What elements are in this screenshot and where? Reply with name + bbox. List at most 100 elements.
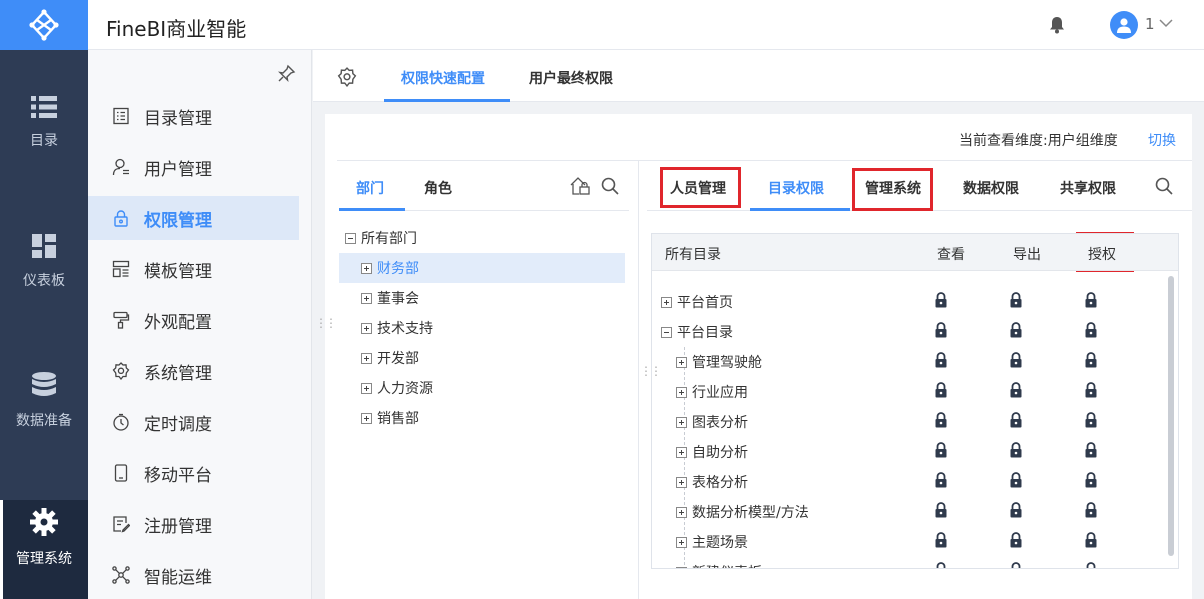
menu-item-mobile[interactable]: 移动平台 (88, 451, 299, 495)
lock-icon[interactable] (1085, 322, 1097, 342)
rail-item-catalog[interactable]: 目录 (0, 96, 88, 176)
tab-data-permissions[interactable]: 数据权限 (963, 178, 1019, 198)
lock-icon[interactable] (1085, 412, 1097, 432)
table-row[interactable]: 行业应用 (652, 376, 1162, 406)
lock-icon[interactable] (935, 532, 947, 552)
lock-icon[interactable] (1010, 562, 1022, 568)
tree-node-board[interactable]: 董事会 (339, 283, 625, 313)
user-name[interactable]: 1 (1145, 15, 1155, 33)
lock-icon[interactable] (935, 472, 947, 492)
collapse-icon[interactable] (345, 232, 356, 244)
lock-icon[interactable] (935, 562, 947, 568)
expand-icon[interactable] (676, 386, 687, 398)
lock-icon[interactable] (1085, 532, 1097, 552)
table-row[interactable]: 主题场景 (652, 526, 1162, 556)
menu-item-templates[interactable]: 模板管理 (88, 247, 299, 291)
lock-icon[interactable] (935, 502, 947, 522)
lock-icon[interactable] (1085, 562, 1097, 568)
expand-icon[interactable] (676, 356, 687, 368)
expand-icon[interactable] (676, 476, 687, 488)
tab-share-permissions[interactable]: 共享权限 (1060, 178, 1116, 198)
expand-icon[interactable] (676, 566, 687, 568)
lock-icon[interactable] (1085, 472, 1097, 492)
lock-icon[interactable] (1010, 292, 1022, 312)
expand-icon[interactable] (361, 352, 372, 364)
lock-icon[interactable] (1010, 382, 1022, 402)
drag-handle[interactable]: ⋮⋮ (315, 316, 337, 330)
expand-icon[interactable] (361, 382, 372, 394)
lock-icon[interactable] (1085, 352, 1097, 372)
lock-icon[interactable] (935, 292, 947, 312)
lock-icon[interactable] (1085, 382, 1097, 402)
lock-icon[interactable] (935, 442, 947, 462)
lock-icon[interactable] (935, 382, 947, 402)
active-tab-indicator (384, 99, 510, 102)
menu-item-system[interactable]: 系统管理 (88, 349, 299, 393)
rail-item-admin[interactable]: 管理系统 (0, 500, 88, 599)
expand-icon[interactable] (361, 262, 372, 274)
lock-icon[interactable] (1085, 502, 1097, 522)
lock-icon[interactable] (1085, 292, 1097, 312)
lock-icon[interactable] (935, 322, 947, 342)
menu-item-catalog[interactable]: 目录管理 (88, 94, 299, 138)
table-row[interactable]: 自助分析 (652, 436, 1162, 466)
chevron-down-icon[interactable] (1159, 19, 1173, 28)
expand-icon[interactable] (361, 412, 372, 424)
rail-item-dashboard[interactable]: 仪表板 (0, 234, 88, 314)
lock-icon[interactable] (1010, 352, 1022, 372)
lock-icon[interactable] (935, 352, 947, 372)
scrollbar[interactable] (1168, 276, 1174, 556)
collapse-icon[interactable] (661, 326, 672, 338)
tree-node-hr[interactable]: 人力资源 (339, 373, 625, 403)
expand-icon[interactable] (676, 506, 687, 518)
lock-icon[interactable] (1010, 442, 1022, 462)
table-row[interactable]: 图表分析 (652, 406, 1162, 436)
lock-house-icon[interactable] (569, 176, 591, 196)
tab-catalog-permissions[interactable]: 目录权限 (768, 178, 824, 198)
expand-icon[interactable] (361, 322, 372, 334)
menu-item-permissions[interactable]: 权限管理 (88, 196, 299, 240)
pin-icon[interactable] (278, 64, 296, 82)
avatar[interactable] (1110, 11, 1138, 39)
lock-icon[interactable] (1085, 442, 1097, 462)
table-row[interactable]: 管理驾驶舱 (652, 346, 1162, 376)
tab-quick-config[interactable]: 权限快速配置 (401, 68, 485, 88)
lock-icon[interactable] (1010, 502, 1022, 522)
menu-item-schedule[interactable]: 定时调度 (88, 400, 299, 444)
lock-icon[interactable] (1010, 532, 1022, 552)
expand-icon[interactable] (676, 416, 687, 428)
search-icon[interactable] (1155, 177, 1173, 195)
tree-node-tech-support[interactable]: 技术支持 (339, 313, 625, 343)
expand-icon[interactable] (661, 296, 672, 308)
menu-item-appearance[interactable]: 外观配置 (88, 298, 299, 342)
lock-icon[interactable] (1010, 472, 1022, 492)
catalog-permission-table: 所有目录 查看 导出 授权 平台首页 平台目录 管理驾驶舱 行业应用 图表分析 自助分析表… (651, 233, 1179, 569)
table-row[interactable]: 平台目录 (652, 316, 1162, 346)
expand-icon[interactable] (676, 536, 687, 548)
table-row[interactable]: 表格分析 (652, 466, 1162, 496)
switch-link[interactable]: 切换 (1148, 130, 1176, 150)
menu-item-register[interactable]: 注册管理 (88, 502, 299, 546)
tab-final-permissions[interactable]: 用户最终权限 (529, 68, 613, 88)
tree-node-sales[interactable]: 销售部 (339, 403, 625, 433)
expand-icon[interactable] (361, 292, 372, 304)
bell-icon[interactable] (1049, 16, 1065, 34)
tree-node-dev[interactable]: 开发部 (339, 343, 625, 373)
tree-node-all-departments[interactable]: 所有部门 (339, 223, 625, 253)
menu-item-users[interactable]: 用户管理 (88, 145, 299, 189)
tab-department[interactable]: 部门 (356, 178, 384, 198)
tab-role[interactable]: 角色 (424, 178, 452, 198)
rail-item-data-prep[interactable]: 数据准备 (0, 372, 88, 452)
table-row[interactable]: 新建仪表板 (652, 556, 1162, 568)
lock-icon[interactable] (1010, 412, 1022, 432)
app-logo[interactable] (0, 0, 88, 50)
table-row[interactable]: 数据分析模型/方法 (652, 496, 1162, 526)
settings-icon[interactable] (337, 67, 357, 87)
lock-icon[interactable] (935, 412, 947, 432)
tree-node-finance[interactable]: 财务部 (339, 253, 625, 283)
expand-icon[interactable] (676, 446, 687, 458)
table-row[interactable]: 平台首页 (652, 286, 1162, 316)
search-icon[interactable] (601, 177, 619, 195)
menu-item-ops[interactable]: 智能运维 (88, 553, 299, 597)
lock-icon[interactable] (1010, 322, 1022, 342)
